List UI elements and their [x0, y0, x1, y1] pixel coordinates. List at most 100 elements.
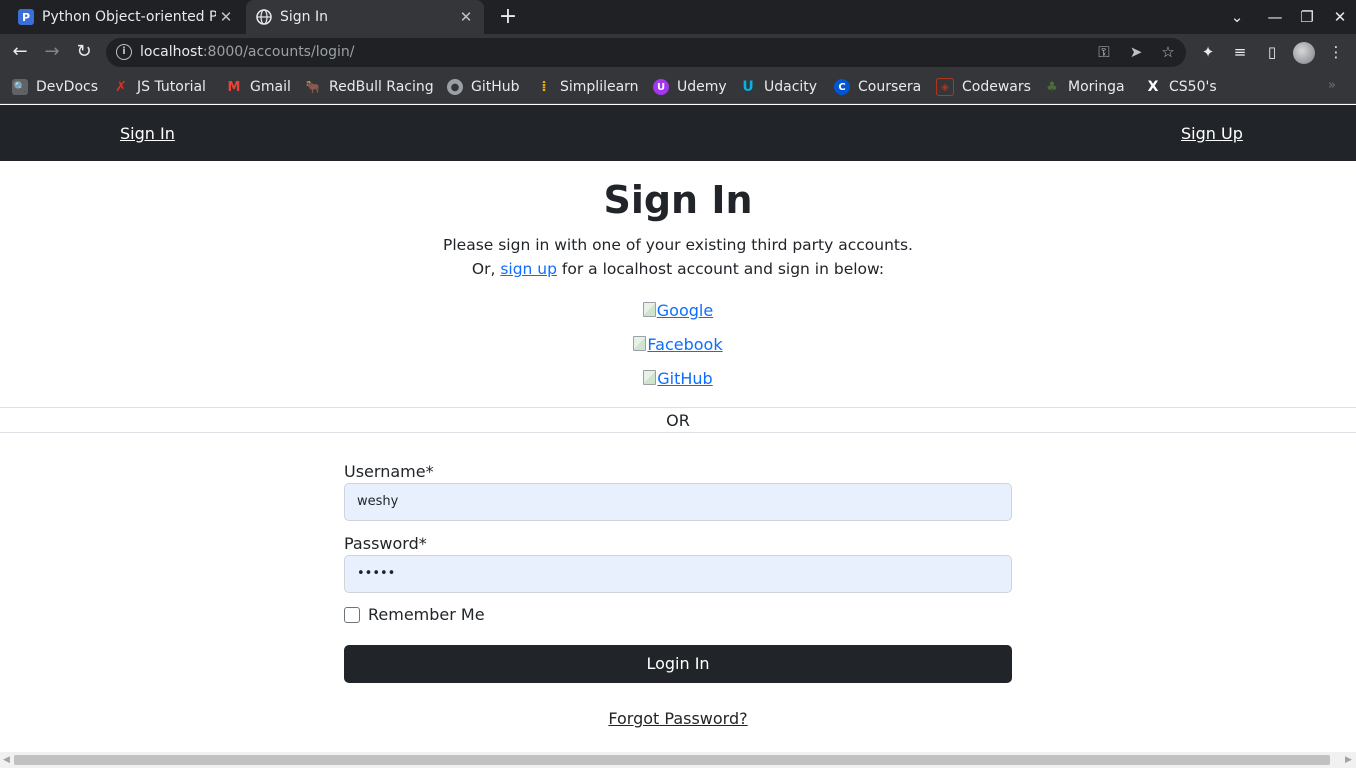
close-tab-icon[interactable]: ✕ — [216, 8, 236, 26]
bookmark-label: DevDocs — [36, 79, 99, 95]
browser-tab-sign-in[interactable]: Sign In ✕ — [246, 0, 484, 34]
tab-title: Sign In — [280, 9, 328, 25]
provider-github: GitHub — [0, 369, 1356, 388]
tab-search-chevron-down-icon[interactable]: ⌄ — [1225, 6, 1249, 28]
bookmark-udemy[interactable]: U Udemy — [653, 77, 727, 97]
nav-sign-up-link[interactable]: Sign Up — [1181, 124, 1243, 143]
password-label: Password* — [344, 534, 427, 553]
bookmark-label: Moringa — [1068, 79, 1125, 95]
udacity-icon: U — [742, 79, 754, 95]
key-icon[interactable]: ⚿ — [1094, 42, 1114, 62]
bookmark-coursera[interactable]: C Coursera — [834, 77, 921, 97]
python-tab-favicon-icon: P — [18, 9, 34, 25]
broken-image-icon — [643, 370, 657, 385]
new-tab-button[interactable]: + — [496, 4, 520, 30]
close-window-button[interactable]: ✕ — [1328, 6, 1352, 28]
more-menu-icon[interactable]: ⋮ — [1325, 41, 1347, 63]
scroll-left-arrow-icon[interactable]: ◀ — [3, 755, 10, 765]
address-bar[interactable]: i localhost:8000/accounts/login/ ⚿ ➤ ☆ — [106, 38, 1186, 67]
bookmark-simplilearn[interactable]: ⁞ Simplilearn — [536, 77, 639, 97]
bookmarks-bar: 🔍 DevDocs ✗ JS Tutorial M Gmail 🐂 RedBull Ra… — [0, 70, 1356, 104]
close-tab-icon[interactable]: ✕ — [456, 8, 476, 26]
divider-bottom — [0, 432, 1356, 433]
js-tutorial-icon: ✗ — [115, 79, 127, 95]
nav-sign-in-link[interactable]: Sign In — [120, 124, 175, 143]
bookmark-label: Udemy — [677, 79, 727, 95]
forgot-password-link[interactable]: Forgot Password? — [608, 709, 747, 728]
forgot-password: Forgot Password? — [0, 709, 1356, 728]
bookmark-cs50[interactable]: X CS50's — [1145, 77, 1217, 97]
bookmark-devdocs[interactable]: 🔍 DevDocs — [12, 77, 98, 97]
bookmark-label: Codewars — [962, 79, 1031, 95]
login-button[interactable]: Login In — [344, 645, 1012, 683]
provider-google: Google — [0, 301, 1356, 320]
bookmark-label: Gmail — [250, 79, 291, 95]
broken-image-icon — [633, 336, 647, 351]
username-label: Username* — [344, 462, 434, 481]
bookmark-moringa[interactable]: ♣ Moringa — [1044, 77, 1125, 97]
back-arrow-icon[interactable]: ← — [9, 41, 31, 63]
media-queue-icon[interactable]: ≡ — [1229, 41, 1251, 63]
provider-label: Google — [656, 301, 714, 320]
simplilearn-icon: ⁞ — [541, 79, 547, 95]
facebook-login-link[interactable]: Facebook — [633, 335, 723, 354]
udemy-icon: U — [653, 79, 669, 95]
bookmark-redbull[interactable]: 🐂 RedBull Racing — [305, 77, 434, 97]
forward-arrow-icon[interactable]: → — [41, 41, 63, 63]
bookmark-gmail[interactable]: M Gmail — [226, 77, 291, 97]
provider-facebook: Facebook — [0, 335, 1356, 354]
scrollbar-thumb[interactable] — [14, 755, 1330, 765]
bookmark-label: Udacity — [764, 79, 818, 95]
provider-label: Facebook — [647, 335, 723, 354]
bookmark-label: CS50's — [1169, 79, 1217, 95]
github-icon: ● — [447, 79, 463, 95]
google-login-link[interactable]: Google — [642, 301, 714, 320]
browser-tab-strip: P Python Object-oriented P ✕ Sign In ✕ +… — [0, 0, 1356, 34]
bookmarks-overflow-icon[interactable]: » — [1328, 78, 1336, 93]
intro-sign-up-link[interactable]: sign up — [500, 260, 557, 278]
scroll-right-arrow-icon[interactable]: ▶ — [1345, 755, 1352, 765]
remember-me-checkbox[interactable] — [344, 607, 360, 623]
redbull-icon: 🐂 — [305, 80, 321, 94]
site-info-icon[interactable]: i — [116, 44, 132, 60]
username-input[interactable]: weshy — [344, 483, 1012, 521]
side-panel-icon[interactable]: ▯ — [1261, 41, 1283, 63]
bookmark-github[interactable]: ● GitHub — [447, 77, 520, 97]
moringa-icon: ♣ — [1046, 79, 1058, 95]
github-login-link[interactable]: GitHub — [643, 369, 713, 388]
bookmark-label: GitHub — [471, 79, 520, 95]
gmail-icon: M — [227, 79, 241, 95]
bookmark-codewars[interactable]: ◈ Codewars — [936, 77, 1031, 97]
tab-title: Python Object-oriented P — [42, 9, 216, 25]
broken-image-icon — [642, 302, 656, 317]
codewars-icon: ◈ — [936, 78, 954, 96]
divider-top — [0, 407, 1356, 408]
bookmark-label: JS Tutorial — [137, 79, 206, 95]
browser-tab-python[interactable]: P Python Object-oriented P ✕ — [8, 0, 244, 34]
bookmark-udacity[interactable]: U Udacity — [740, 77, 817, 97]
reload-icon[interactable]: ↻ — [73, 41, 95, 63]
bookmark-js-tutorial[interactable]: ✗ JS Tutorial — [113, 77, 206, 97]
minimize-window-button[interactable]: — — [1263, 6, 1287, 28]
extensions-puzzle-icon[interactable]: ✦ — [1197, 41, 1219, 63]
provider-label: GitHub — [657, 369, 713, 388]
restore-window-button[interactable]: ❐ — [1295, 6, 1319, 28]
page-title: Sign In — [603, 178, 753, 222]
cs50-icon: X — [1147, 79, 1159, 95]
password-input[interactable]: ••••• — [344, 555, 1012, 593]
intro-signup-line: Or, sign up for a localhost account and … — [0, 260, 1356, 278]
devdocs-icon: 🔍 — [12, 79, 28, 95]
remember-me-label[interactable]: Remember Me — [368, 605, 485, 624]
send-icon[interactable]: ➤ — [1126, 42, 1146, 62]
url-text[interactable]: localhost:8000/accounts/login/ — [140, 44, 355, 60]
horizontal-scrollbar[interactable]: ◀ ▶ — [0, 752, 1356, 768]
globe-icon — [256, 9, 272, 25]
bookmark-label: RedBull Racing — [329, 79, 434, 95]
intro-rest-text: for a localhost account and sign in belo… — [561, 260, 885, 278]
profile-avatar[interactable] — [1293, 42, 1315, 64]
bookmark-label: Coursera — [858, 79, 922, 95]
bookmark-label: Simplilearn — [560, 79, 639, 95]
app-navbar: Sign In Sign Up — [0, 105, 1356, 161]
star-icon[interactable]: ☆ — [1158, 42, 1178, 62]
or-divider-text: OR — [666, 411, 690, 430]
